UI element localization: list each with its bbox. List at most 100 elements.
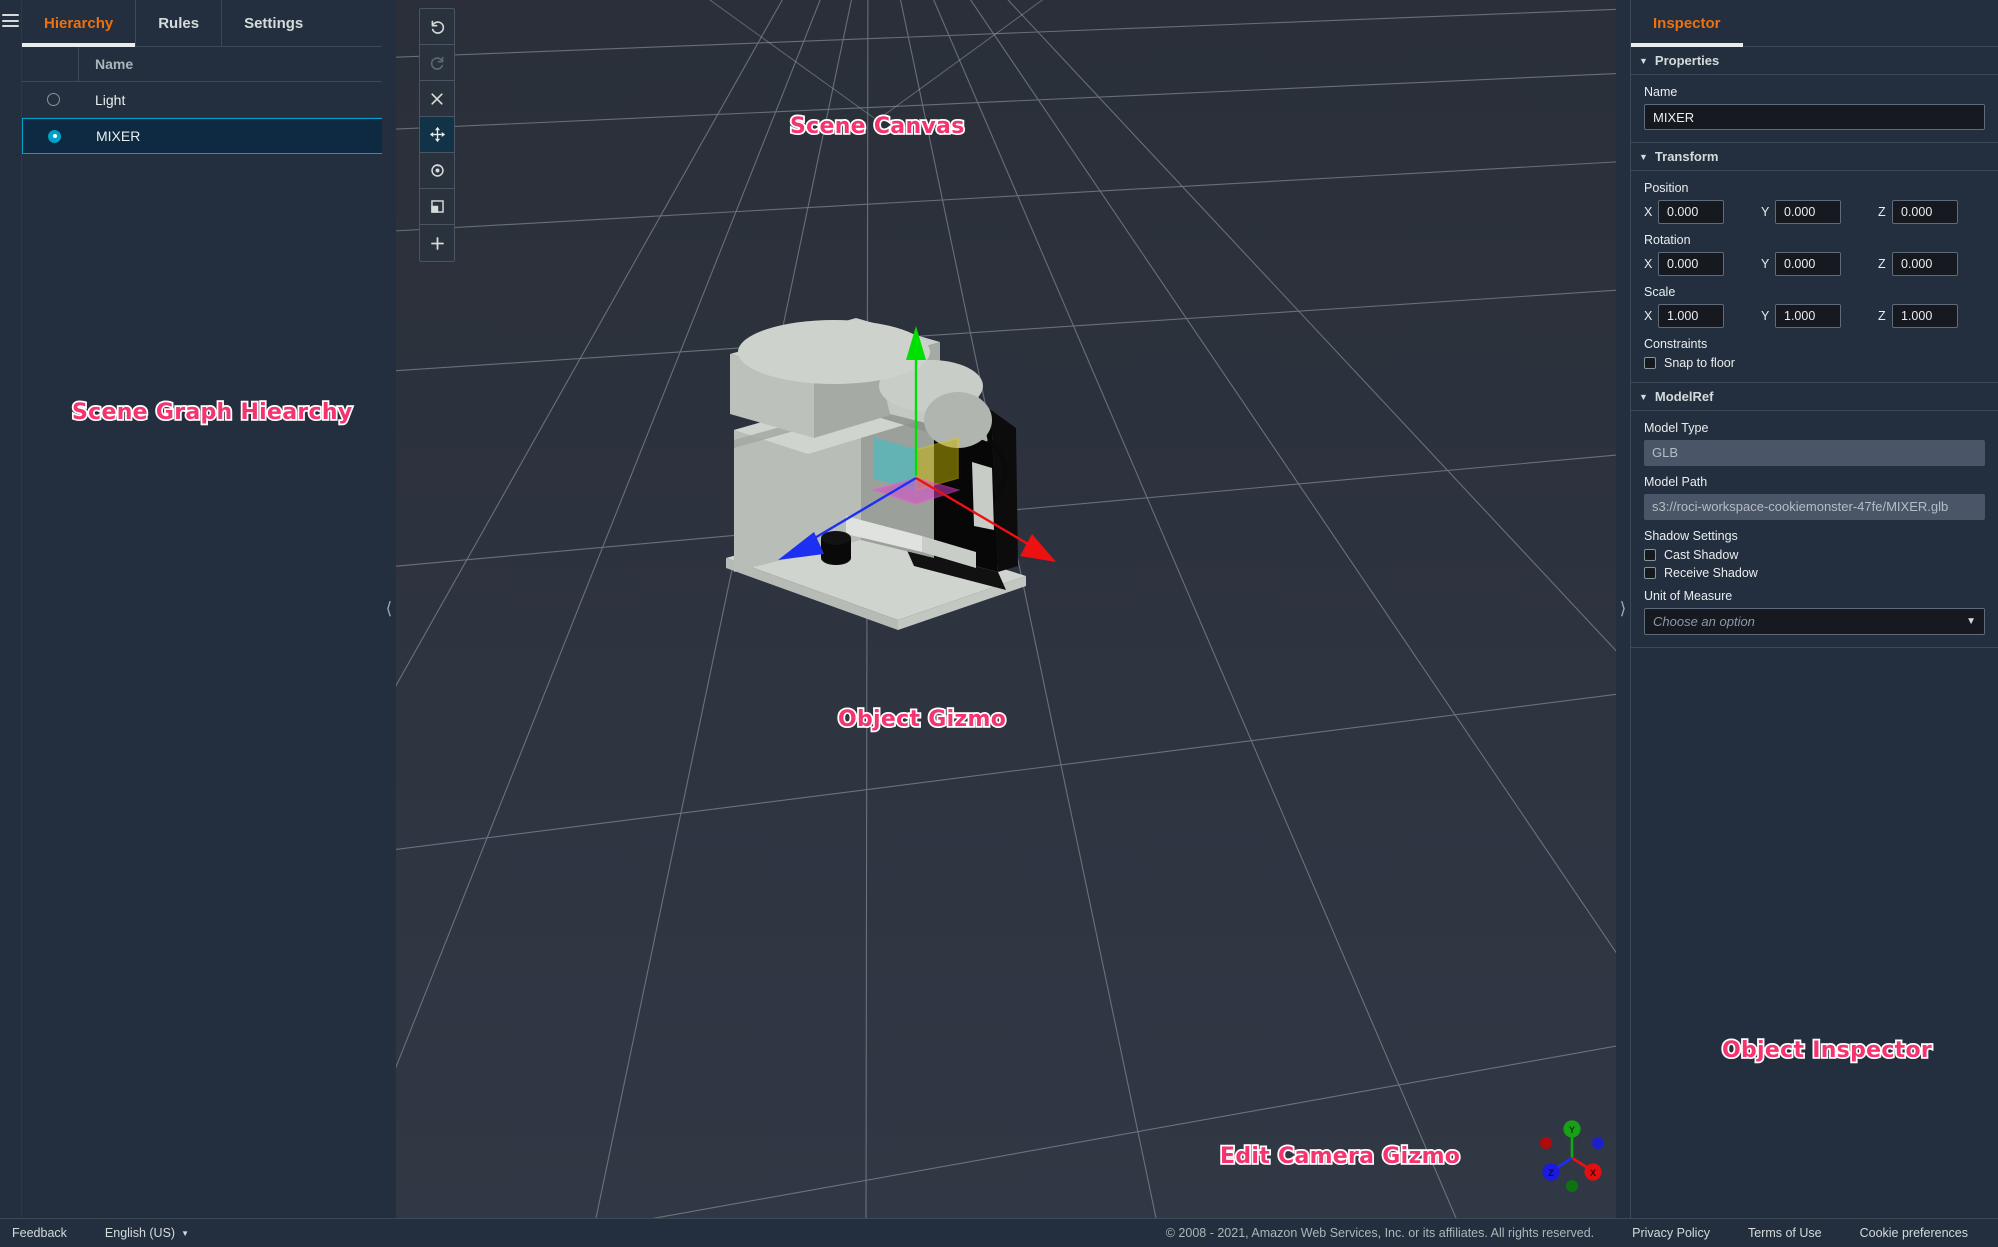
unit-of-measure-select[interactable]: Choose an option ▼ <box>1644 608 1985 635</box>
properties-section-body: Name <box>1631 75 1998 143</box>
receive-shadow-checkbox-row[interactable]: Receive Shadow <box>1644 566 1985 580</box>
caret-down-icon: ▼ <box>1639 56 1648 66</box>
name-column-header: Name <box>79 56 133 72</box>
rotation-y-input[interactable] <box>1775 252 1841 276</box>
list-item[interactable]: MIXER <box>22 118 396 154</box>
axis-label-x: X <box>1644 205 1658 219</box>
radio-icon[interactable] <box>48 130 61 143</box>
hamburger-menu-icon[interactable] <box>2 14 19 27</box>
rotation-z-cell: Z <box>1878 252 1985 276</box>
scale-z-cell: Z <box>1878 304 1985 328</box>
tab-settings[interactable]: Settings <box>222 0 325 46</box>
position-y-cell: Y <box>1761 200 1868 224</box>
model-path-value: s3://roci-workspace-cookiemonster-47fe/M… <box>1644 494 1985 520</box>
model-path-label: Model Path <box>1644 475 1985 489</box>
canvas-toolbar <box>419 8 455 262</box>
axis-label-x: X <box>1644 309 1658 323</box>
scale-y-input[interactable] <box>1775 304 1841 328</box>
delete-icon[interactable] <box>420 81 454 117</box>
axis-label-x: X <box>1644 257 1658 271</box>
position-y-input[interactable] <box>1775 200 1841 224</box>
chevron-left-icon: ⟨ <box>386 599 393 619</box>
edit-camera-gizmo[interactable]: Y X Z <box>1532 1116 1612 1196</box>
snap-to-floor-label: Snap to floor <box>1664 356 1735 370</box>
transform-section-body: Position X Y Z Rotation X <box>1631 171 1998 383</box>
rotation-x-input[interactable] <box>1658 252 1724 276</box>
language-label: English (US) <box>105 1226 175 1240</box>
tab-rules[interactable]: Rules <box>136 0 222 46</box>
terms-of-use-link[interactable]: Terms of Use <box>1748 1226 1822 1240</box>
position-row: X Y Z <box>1644 200 1985 224</box>
unit-of-measure-placeholder: Choose an option <box>1653 614 1755 629</box>
footer-left-group: Feedback English (US) ▼ <box>0 1226 189 1240</box>
snap-to-floor-checkbox-row[interactable]: Snap to floor <box>1644 356 1985 370</box>
position-z-input[interactable] <box>1892 200 1958 224</box>
select-column-header <box>34 47 79 81</box>
position-x-cell: X <box>1644 200 1751 224</box>
rotation-x-cell: X <box>1644 252 1751 276</box>
cookie-preferences-link[interactable]: Cookie preferences <box>1860 1226 1968 1240</box>
gizmo-neg-x-dot <box>1540 1137 1552 1149</box>
feedback-link[interactable]: Feedback <box>12 1226 67 1240</box>
position-label: Position <box>1644 181 1985 195</box>
rotation-z-input[interactable] <box>1892 252 1958 276</box>
privacy-policy-link[interactable]: Privacy Policy <box>1632 1226 1710 1240</box>
cast-shadow-checkbox-row[interactable]: Cast Shadow <box>1644 548 1985 562</box>
language-selector[interactable]: English (US) ▼ <box>105 1226 189 1240</box>
section-title: Properties <box>1655 53 1719 68</box>
copyright-text: © 2008 - 2021, Amazon Web Services, Inc.… <box>1166 1226 1594 1240</box>
inspector-tabbar: Inspector <box>1631 0 1998 47</box>
move-icon[interactable] <box>420 117 454 153</box>
rotate-icon[interactable] <box>420 153 454 189</box>
chevron-down-icon: ▼ <box>181 1229 189 1238</box>
scale-z-input[interactable] <box>1892 304 1958 328</box>
model-type-label: Model Type <box>1644 421 1985 435</box>
scale-icon[interactable] <box>420 189 454 225</box>
redo-icon <box>420 45 454 81</box>
row-radio-cell[interactable] <box>35 130 80 143</box>
annotation-scene-canvas: Scene Canvas <box>790 114 965 139</box>
checkbox-icon[interactable] <box>1644 567 1656 579</box>
scene-canvas[interactable]: Y X Z <box>396 0 1630 1218</box>
receive-shadow-label: Receive Shadow <box>1664 566 1758 580</box>
undo-icon[interactable] <box>420 9 454 45</box>
list-item-label: Light <box>79 92 125 108</box>
checkbox-icon[interactable] <box>1644 357 1656 369</box>
tab-hierarchy[interactable]: Hierarchy <box>22 0 136 46</box>
checkbox-icon[interactable] <box>1644 549 1656 561</box>
nav-rail <box>0 0 22 1218</box>
object-name-input[interactable] <box>1644 104 1985 130</box>
chevron-right-icon: ⟩ <box>1620 599 1627 619</box>
scene-graph-hierarchy-panel: Hierarchy Rules Settings Name Light MIXE… <box>0 0 396 1218</box>
section-header-modelref[interactable]: ▼ ModelRef <box>1631 383 1998 411</box>
add-icon[interactable] <box>420 225 454 261</box>
tab-inspector[interactable]: Inspector <box>1631 0 1743 46</box>
row-radio-cell[interactable] <box>34 93 79 106</box>
section-header-properties[interactable]: ▼ Properties <box>1631 47 1998 75</box>
axis-label-y: Y <box>1761 309 1775 323</box>
scale-x-input[interactable] <box>1658 304 1724 328</box>
scale-row: X Y Z <box>1644 304 1985 328</box>
list-item-label: MIXER <box>80 128 140 144</box>
collapse-left-panel-button[interactable]: ⟨ <box>382 0 396 1218</box>
hierarchy-table-header: Name <box>22 47 396 82</box>
scale-y-cell: Y <box>1761 304 1868 328</box>
position-x-input[interactable] <box>1658 200 1724 224</box>
name-field-label: Name <box>1644 85 1985 99</box>
svg-text:Y: Y <box>1569 1125 1575 1135</box>
rotation-label: Rotation <box>1644 233 1985 247</box>
model-type-value: GLB <box>1644 440 1985 466</box>
radio-icon[interactable] <box>47 93 60 106</box>
annotation-object-gizmo: Object Gizmo <box>838 707 1006 732</box>
collapse-right-panel-button[interactable]: ⟩ <box>1616 0 1630 1218</box>
section-header-transform[interactable]: ▼ Transform <box>1631 143 1998 171</box>
shadow-settings-label: Shadow Settings <box>1644 529 1985 543</box>
axis-label-y: Y <box>1761 205 1775 219</box>
rotation-row: X Y Z <box>1644 252 1985 276</box>
object-gizmo[interactable] <box>746 320 1066 590</box>
list-item[interactable]: Light <box>22 82 396 118</box>
gizmo-neg-z-dot <box>1592 1137 1604 1149</box>
cast-shadow-label: Cast Shadow <box>1664 548 1738 562</box>
section-title: Transform <box>1655 149 1719 164</box>
hierarchy-body: Hierarchy Rules Settings Name Light MIXE… <box>22 0 396 1218</box>
